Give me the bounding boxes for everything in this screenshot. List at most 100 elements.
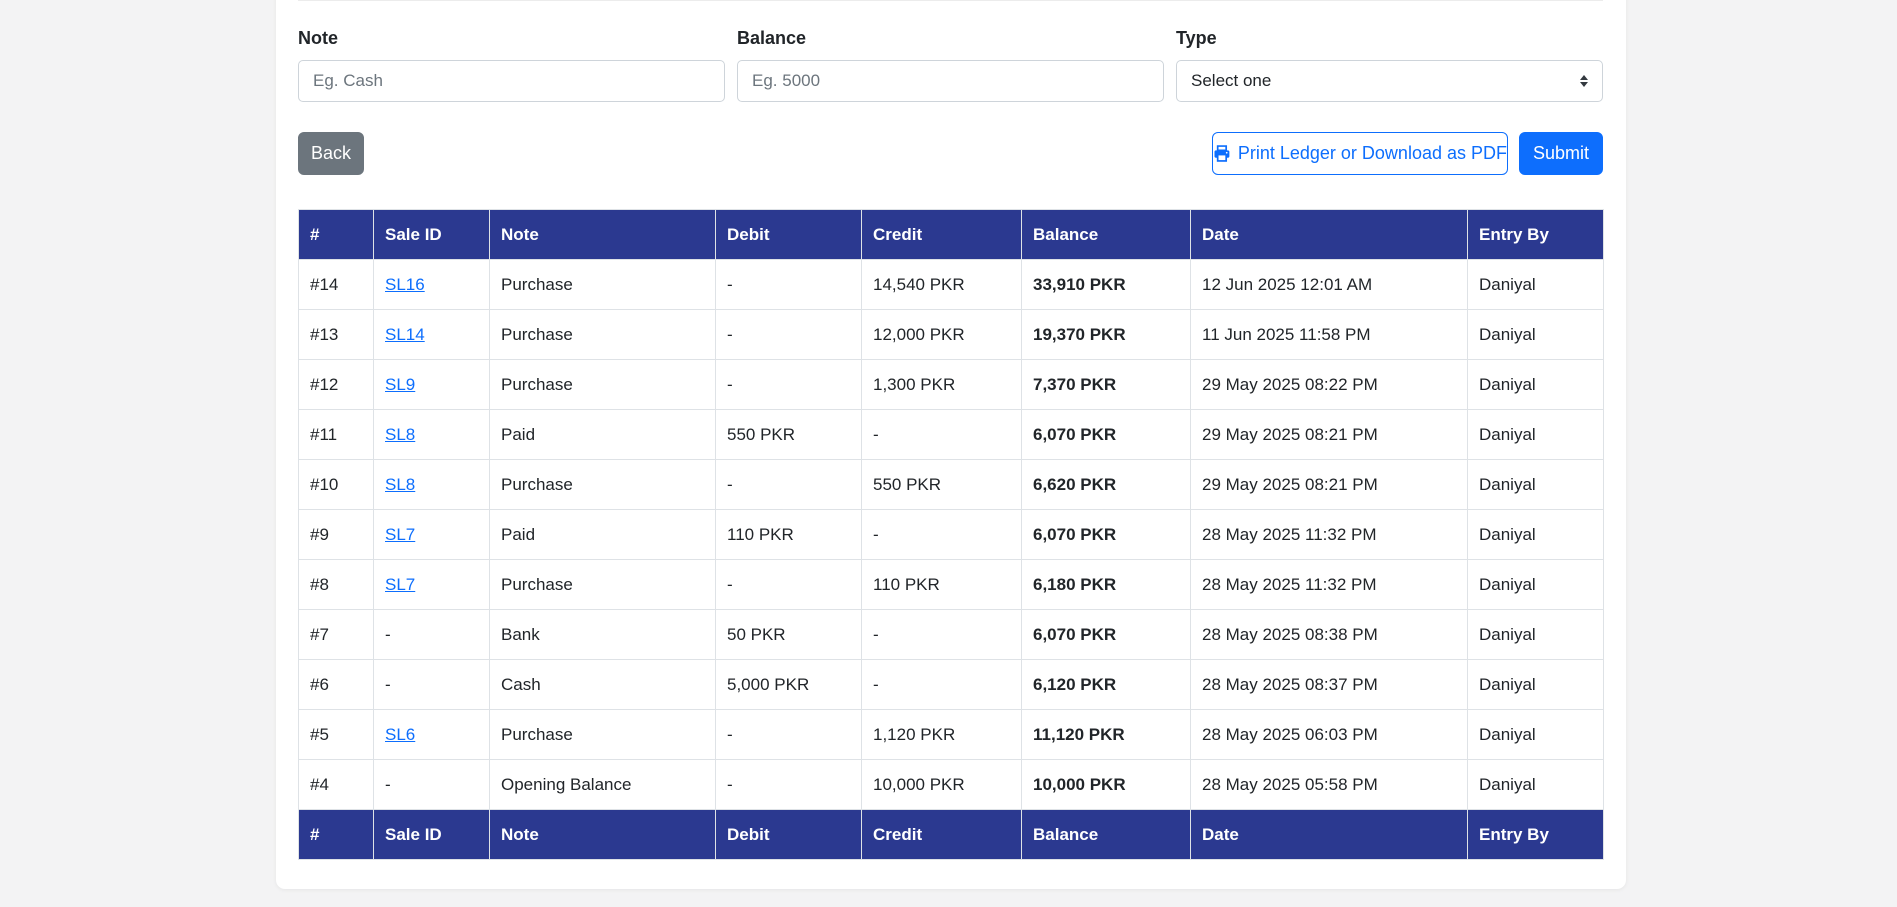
cell-balance: 6,070 PKR xyxy=(1021,509,1191,560)
cell-note: Purchase xyxy=(489,309,716,360)
cell-credit: 1,300 PKR xyxy=(861,359,1022,410)
cell-number: #10 xyxy=(298,459,374,510)
submit-button[interactable]: Submit xyxy=(1519,132,1603,175)
cell-number: #11 xyxy=(298,409,374,460)
note-label: Note xyxy=(298,28,338,48)
cell-note: Purchase xyxy=(489,709,716,760)
cell-number: #9 xyxy=(298,509,374,560)
cell-note: Bank xyxy=(489,609,716,660)
column-footer-sale-id: Sale ID xyxy=(373,809,490,860)
cell-date: 29 May 2025 08:21 PM xyxy=(1190,409,1468,460)
column-footer-credit: Credit xyxy=(861,809,1022,860)
column-footer-debit: Debit xyxy=(715,809,862,860)
sale-id-link[interactable]: SL7 xyxy=(385,575,415,594)
cell-note: Purchase xyxy=(489,259,716,310)
cell-credit: 550 PKR xyxy=(861,459,1022,510)
column-header-credit: Credit xyxy=(861,209,1022,260)
cell-sale-id: - xyxy=(373,759,490,810)
column-header-date: Date xyxy=(1190,209,1468,260)
cell-sale-id: SL9 xyxy=(373,359,490,410)
cell-balance: 6,620 PKR xyxy=(1021,459,1191,510)
cell-debit: - xyxy=(715,709,862,760)
column-header-sale-id: Sale ID xyxy=(373,209,490,260)
sale-id-link[interactable]: SL7 xyxy=(385,525,415,544)
cell-number: #6 xyxy=(298,659,374,710)
type-select[interactable]: Select one xyxy=(1176,60,1603,102)
table-row: #14 SL16 Purchase -14,540 PKR 33,910 PKR 12 J… xyxy=(298,259,1604,310)
cell-balance: 6,180 PKR xyxy=(1021,559,1191,610)
table-footer: # Sale ID Note Debit Credit Balance Date… xyxy=(298,809,1604,860)
cell-credit: - xyxy=(861,509,1022,560)
cell-note: Cash xyxy=(489,659,716,710)
cell-credit: 10,000 PKR xyxy=(861,759,1022,810)
select-arrows-icon xyxy=(1580,75,1588,87)
cell-date: 29 May 2025 08:22 PM xyxy=(1190,359,1468,410)
table-row: #4- Opening Balance -10,000 PKR 10,000 PKR 2… xyxy=(298,759,1604,810)
cell-date: 28 May 2025 11:32 PM xyxy=(1190,559,1468,610)
cell-sale-id: SL6 xyxy=(373,709,490,760)
cell-credit: - xyxy=(861,409,1022,460)
sale-id-link[interactable]: SL8 xyxy=(385,475,415,494)
column-footer-note: Note xyxy=(489,809,716,860)
cell-debit: 110 PKR xyxy=(715,509,862,560)
header-row: # Sale ID Note Debit Credit Balance Date… xyxy=(298,209,1604,260)
column-header-debit: Debit xyxy=(715,209,862,260)
cell-entry-by: Daniyal xyxy=(1467,359,1604,410)
cell-note: Purchase xyxy=(489,459,716,510)
ledger-table: # Sale ID Note Debit Credit Balance Date… xyxy=(298,209,1604,860)
cell-credit: - xyxy=(861,659,1022,710)
note-input[interactable] xyxy=(298,60,725,102)
cell-entry-by: Daniyal xyxy=(1467,259,1604,310)
table-row: #8 SL7 Purchase -110 PKR 6,180 PKR 28 May 202… xyxy=(298,559,1604,610)
cell-number: #5 xyxy=(298,709,374,760)
cell-balance: 11,120 PKR xyxy=(1021,709,1191,760)
sale-id-link[interactable]: SL16 xyxy=(385,275,425,294)
balance-label: Balance xyxy=(737,28,807,48)
cell-balance: 10,000 PKR xyxy=(1021,759,1191,810)
cell-balance: 6,070 PKR xyxy=(1021,609,1191,660)
back-button-label: Back xyxy=(310,143,352,163)
balance-input[interactable] xyxy=(737,60,1164,102)
cell-number: #13 xyxy=(298,309,374,360)
type-select-value: Select one xyxy=(1191,71,1272,90)
cell-entry-by: Daniyal xyxy=(1467,759,1604,810)
cell-debit: 50 PKR xyxy=(715,609,862,660)
cell-number: #14 xyxy=(298,259,374,310)
cell-date: 28 May 2025 08:37 PM xyxy=(1190,659,1468,710)
cell-note: Opening Balance xyxy=(489,759,716,810)
cell-number: #8 xyxy=(298,559,374,610)
cell-note: Purchase xyxy=(489,359,716,410)
sale-id-link[interactable]: SL8 xyxy=(385,425,415,444)
print-ledger-button[interactable]: Print Ledger or Download as PDF xyxy=(1212,132,1508,175)
cell-entry-by: Daniyal xyxy=(1467,309,1604,360)
sale-id-link[interactable]: SL14 xyxy=(385,325,425,344)
cell-entry-by: Daniyal xyxy=(1467,709,1604,760)
cell-balance: 33,910 PKR xyxy=(1021,259,1191,310)
cell-sale-id: SL7 xyxy=(373,509,490,560)
column-footer-date: Date xyxy=(1190,809,1468,860)
cell-sale-id: SL14 xyxy=(373,309,490,360)
table-row: #5 SL6 Purchase -1,120 PKR 11,120 PKR 28 May … xyxy=(298,709,1604,760)
sale-id-link[interactable]: SL9 xyxy=(385,375,415,394)
column-footer-balance: Balance xyxy=(1021,809,1191,860)
sale-id-link[interactable]: SL6 xyxy=(385,725,415,744)
cell-sale-id: - xyxy=(373,609,490,660)
cell-number: #12 xyxy=(298,359,374,410)
table-row: #9 SL7 Paid 110 PKR -6,070 PKR 28 May 2025 11… xyxy=(298,509,1604,560)
column-header-balance: Balance xyxy=(1021,209,1191,260)
ledger-card: Note Balance Type Select one Back Print … xyxy=(276,0,1626,889)
cell-note: Purchase xyxy=(489,559,716,610)
back-button[interactable]: Back xyxy=(298,132,364,175)
cell-entry-by: Daniyal xyxy=(1467,409,1604,460)
print-ledger-label: Print Ledger or Download as PDF xyxy=(1237,143,1507,163)
table-row: #6- Cash 5,000 PKR -6,120 PKR 28 May 2025 08… xyxy=(298,659,1604,710)
printer-icon xyxy=(1214,145,1230,162)
cell-date: 28 May 2025 06:03 PM xyxy=(1190,709,1468,760)
cell-note: Paid xyxy=(489,509,716,560)
cell-debit: - xyxy=(715,459,862,510)
column-footer-entry-by: Entry By xyxy=(1467,809,1604,860)
type-label: Type xyxy=(1176,28,1217,48)
cell-entry-by: Daniyal xyxy=(1467,609,1604,660)
cell-entry-by: Daniyal xyxy=(1467,559,1604,610)
cell-credit: 12,000 PKR xyxy=(861,309,1022,360)
